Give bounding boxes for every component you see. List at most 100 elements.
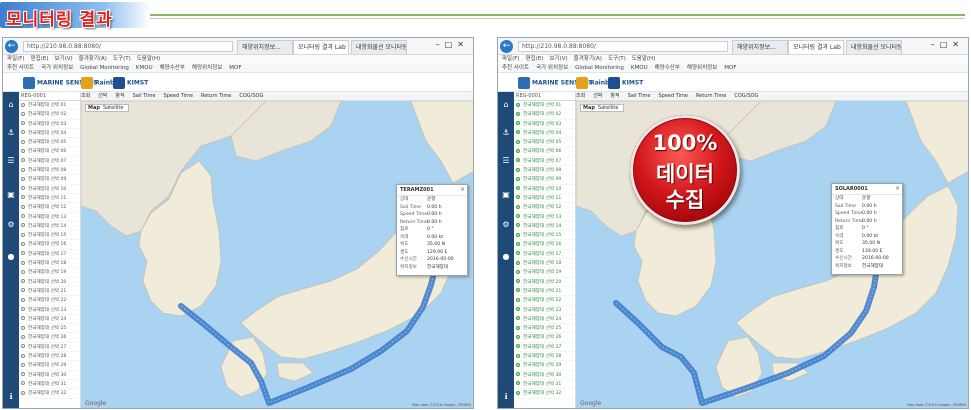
favorite-link[interactable]: Global Monitoring (575, 65, 624, 71)
vessel-list-item[interactable]: 한국해양대 선박 31 (19, 380, 80, 390)
vessel-list-item[interactable]: 한국해양대 선박 15 (514, 231, 575, 241)
home-icon[interactable]: ⌂ (501, 100, 511, 110)
vessel-list-item[interactable]: 한국해양대 선박 26 (514, 333, 575, 343)
close-icon[interactable]: × (460, 186, 465, 193)
toolbar-item[interactable]: 항적 (115, 93, 124, 99)
menu-item[interactable]: 보기(V) (54, 56, 72, 62)
vessel-list-item[interactable]: 한국해양대 선박 25 (19, 324, 80, 334)
vessel-list-item[interactable]: 한국해양대 선박 17 (19, 250, 80, 260)
vessel-list-item[interactable]: 한국해양대 선박 11 (514, 194, 575, 204)
toolbar-item[interactable]: 선박 (593, 93, 602, 99)
map-type-option[interactable]: Map (88, 105, 100, 111)
favorite-link[interactable]: MOF (724, 65, 736, 71)
map-view[interactable]: Map Satellite Google Map data ©2016 Google,… (81, 101, 473, 408)
toolbar-item[interactable]: Return Time (201, 93, 231, 99)
vessel-list-item[interactable]: 한국해양대 선박 26 (19, 333, 80, 343)
vessel-list-item[interactable]: 한국해양대 선박 11 (19, 194, 80, 204)
vessel-list-item[interactable]: 한국해양대 선박 10 (514, 185, 575, 194)
info-icon[interactable]: ℹ (501, 392, 511, 402)
vessel-list-item[interactable]: 한국해양대 선박 20 (514, 278, 575, 287)
vessel-list-item[interactable]: 한국해양대 선박 27 (19, 343, 80, 353)
vessel-list-item[interactable]: 한국해양대 선박 06 (19, 147, 80, 157)
vessel-list-item[interactable]: 한국해양대 선박 25 (514, 324, 575, 334)
list-icon[interactable]: ☰ (501, 156, 511, 166)
window-controls-icon[interactable]: –□✕ (931, 40, 964, 49)
vessel-list-item[interactable]: 한국해양대 선박 21 (514, 287, 575, 297)
toolbar-item[interactable]: 조회 (576, 93, 585, 99)
vessel-list-item[interactable]: 한국해양대 선박 03 (19, 120, 80, 129)
vessel-list-item[interactable]: 한국해양대 선박 09 (19, 175, 80, 185)
vessel-list-item[interactable]: 한국해양대 선박 01 (19, 101, 80, 111)
vessel-list-item[interactable]: 한국해양대 선박 16 (514, 240, 575, 250)
toolbar-item[interactable]: 항적 (610, 93, 619, 99)
toolbar-item[interactable]: Sail Time (133, 93, 156, 99)
toolbar-item[interactable]: COG/SOG (734, 93, 758, 99)
toolbar-item[interactable]: 선박 (98, 93, 107, 99)
vessel-list-item[interactable]: 한국해양대 선박 06 (514, 147, 575, 157)
toolbar-item[interactable]: COG/SOG (239, 93, 263, 99)
favorite-link[interactable]: 국가 위치정보 (41, 65, 73, 71)
vessel-list-item[interactable]: 한국해양대 선박 09 (514, 175, 575, 185)
toolbar-item[interactable]: 조회 (81, 93, 90, 99)
favorite-link[interactable]: Global Monitoring (80, 65, 129, 71)
vessel-list-item[interactable]: 한국해양대 선박 24 (514, 315, 575, 325)
status-icon[interactable]: ● (6, 252, 16, 262)
browser-tab[interactable]: 해양위치정보... (732, 40, 788, 54)
menu-item[interactable]: 도구(T) (113, 56, 131, 62)
toolbar-item[interactable]: Sail Time (628, 93, 651, 99)
favorite-link[interactable]: 해양위치정보 (687, 65, 717, 71)
vessel-list-item[interactable]: 한국해양대 선박 07 (514, 157, 575, 167)
vessel-list-item[interactable]: 한국해양대 선박 32 (514, 389, 575, 399)
vessel-list-item[interactable]: 한국해양대 선박 29 (19, 361, 80, 371)
info-icon[interactable]: ℹ (6, 392, 16, 402)
menu-item[interactable]: 편집(E) (31, 56, 49, 62)
browser-tab[interactable]: 해양위치정보... (237, 40, 293, 54)
vessel-list-item[interactable]: 한국해양대 선박 13 (19, 213, 80, 222)
vessel-list-item[interactable]: 한국해양대 선박 20 (19, 278, 80, 287)
favorite-link[interactable]: 해양수산부 (160, 65, 185, 71)
vessel-list-item[interactable]: 한국해양대 선박 17 (514, 250, 575, 260)
status-icon[interactable]: ● (501, 252, 511, 262)
browser-tab[interactable]: 모니터링 결과 Lab (788, 40, 844, 54)
favorite-link[interactable]: 추천 사이트 (502, 65, 529, 71)
vessel-list-item[interactable]: 한국해양대 선박 05 (19, 138, 80, 148)
anchor-icon[interactable]: ⚓ (501, 128, 511, 138)
vessel-list-item[interactable]: 한국해양대 선박 30 (19, 371, 80, 380)
favorite-link[interactable]: 추천 사이트 (7, 65, 34, 71)
close-icon[interactable]: × (895, 185, 900, 192)
menu-item[interactable]: 도움말(H) (632, 56, 656, 62)
favorite-link[interactable]: KMOU (631, 65, 648, 71)
menu-item[interactable]: 즐겨찾기(A) (79, 56, 107, 62)
menu-item[interactable]: 즐겨찾기(A) (574, 56, 602, 62)
vessel-list-item[interactable]: 한국해양대 선박 04 (514, 129, 575, 139)
menu-item[interactable]: 도구(T) (608, 56, 626, 62)
toolbar-item[interactable]: Speed Time (163, 93, 193, 99)
vessel-list-item[interactable]: 한국해양대 선박 22 (514, 296, 575, 306)
vessel-list-item[interactable]: 한국해양대 선박 18 (514, 259, 575, 269)
browser-tab[interactable]: 내항화물선 모니터링 (351, 40, 407, 54)
home-icon[interactable]: ⌂ (6, 100, 16, 110)
map-type-control[interactable]: Map Satellite (85, 104, 130, 112)
map-type-option[interactable]: Satellite (103, 105, 123, 111)
vessel-list-item[interactable]: 한국해양대 선박 13 (514, 213, 575, 222)
vessel-list-item[interactable]: 한국해양대 선박 30 (514, 371, 575, 380)
vessel-list-item[interactable]: 한국해양대 선박 08 (19, 166, 80, 176)
browser-tab[interactable]: 내항화물선 모니터링 (846, 40, 902, 54)
vessel-list-item[interactable]: 한국해양대 선박 04 (19, 129, 80, 139)
vessel-list-item[interactable]: 한국해양대 선박 23 (514, 306, 575, 315)
toolbar-item[interactable]: Speed Time (658, 93, 688, 99)
vessel-list-item[interactable]: 한국해양대 선박 32 (19, 389, 80, 399)
back-arrow-icon[interactable]: ← (5, 40, 18, 53)
vessel-search-input[interactable]: REG-0001 (19, 92, 80, 101)
vessel-list-item[interactable]: 한국해양대 선박 22 (19, 296, 80, 306)
menu-item[interactable]: 보기(V) (549, 56, 567, 62)
address-bar[interactable]: http://210.98.0.88:8080/ (518, 41, 728, 52)
map-type-option[interactable]: Map (583, 105, 595, 111)
menu-item[interactable]: 파일(F) (7, 56, 25, 62)
vessel-list-item[interactable]: 한국해양대 선박 02 (514, 110, 575, 120)
vessel-search-input[interactable]: REG-0001 (514, 92, 575, 101)
vessel-list-item[interactable]: 한국해양대 선박 31 (514, 380, 575, 390)
favorite-link[interactable]: 해양수산부 (655, 65, 680, 71)
vessel-list-item[interactable]: 한국해양대 선박 12 (514, 203, 575, 213)
favorite-link[interactable]: 해양위치정보 (192, 65, 222, 71)
